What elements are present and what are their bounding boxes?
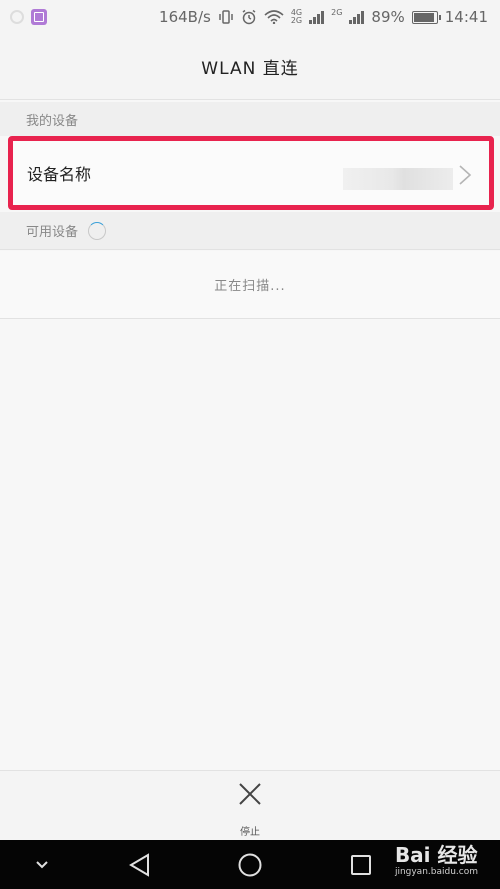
page-title: WLAN 直连 xyxy=(0,34,500,100)
nav-recents-button[interactable] xyxy=(345,840,377,889)
device-name-label: 设备名称 xyxy=(27,165,92,184)
section-available-devices-label: 可用设备 xyxy=(26,225,79,240)
device-name-value xyxy=(343,168,453,190)
watermark-main: Bai 经验 xyxy=(394,843,478,867)
nav-back-button[interactable] xyxy=(122,840,158,889)
stop-label: 停止 xyxy=(240,827,260,838)
status-left xyxy=(10,9,47,25)
home-circle-icon xyxy=(238,853,262,876)
network-type: 4G 2G xyxy=(291,9,302,25)
device-name-row[interactable]: 设备名称 xyxy=(8,136,494,210)
signal-2-icon xyxy=(349,10,365,24)
chevron-down-icon xyxy=(36,860,48,868)
battery-percent: 89% xyxy=(371,8,405,26)
section-available-devices: 可用设备 xyxy=(0,212,500,250)
watermark-sub: jingyan.baidu.com xyxy=(394,867,478,877)
network-type-2: 2G xyxy=(331,9,342,25)
notification-dot-icon xyxy=(10,10,24,24)
section-my-devices-label: 我的设备 xyxy=(26,113,79,129)
nav-home-button[interactable] xyxy=(232,840,268,889)
scanning-status: 正在扫描... xyxy=(0,251,500,319)
navigation-bar: Bai 经验 jingyan.baidu.com xyxy=(0,840,500,889)
signal-icon xyxy=(309,10,325,24)
vibrate-icon xyxy=(219,10,233,24)
back-triangle-icon xyxy=(129,852,149,877)
status-bar: 164B/s 4G 2G 2G 89% 14:41 xyxy=(0,0,500,34)
section-my-devices: 我的设备 xyxy=(0,102,500,136)
chevron-right-icon xyxy=(459,165,472,185)
battery-icon xyxy=(411,10,441,24)
status-right: 164B/s 4G 2G 2G 89% 14:41 xyxy=(159,8,488,26)
baidu-watermark: Bai 经验 jingyan.baidu.com xyxy=(395,844,478,878)
network-type-bottom: 2G xyxy=(290,16,303,25)
alarm-icon xyxy=(242,9,256,25)
nav-hide-button[interactable] xyxy=(28,840,56,889)
wifi-icon xyxy=(264,10,284,24)
close-icon xyxy=(239,783,261,805)
stop-button[interactable]: 停止 xyxy=(237,771,263,838)
clock: 14:41 xyxy=(444,8,488,26)
gallery-icon xyxy=(31,9,47,25)
bottom-action-bar: 停止 xyxy=(0,770,500,840)
loading-spinner-icon xyxy=(88,221,107,240)
recents-square-icon xyxy=(351,854,371,875)
network-speed: 164B/s xyxy=(159,8,211,26)
